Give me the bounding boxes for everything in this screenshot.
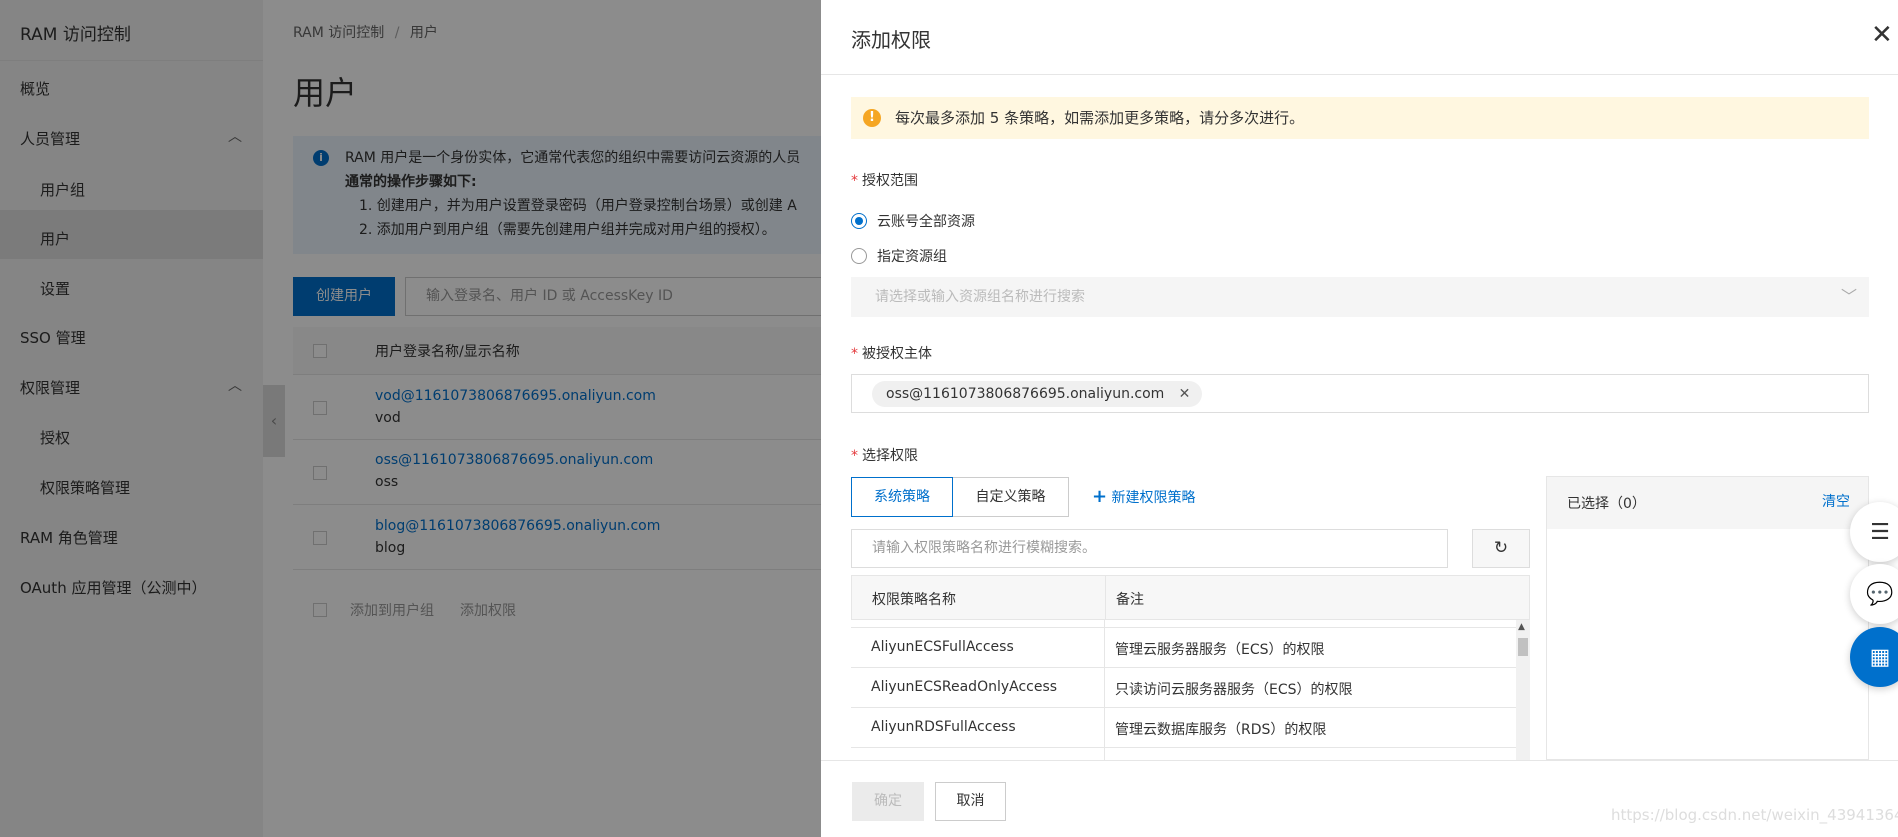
tab-custom-policy[interactable]: 自定义策略: [953, 477, 1069, 517]
principal-input[interactable]: oss@1161073806876695.onaliyun.com ✕: [851, 374, 1869, 413]
policy-table-header: 权限策略名称 备注: [851, 575, 1530, 620]
tab-system-policy[interactable]: 系统策略: [851, 477, 953, 517]
close-icon[interactable]: ✕: [1871, 20, 1893, 50]
confirm-button[interactable]: 确定: [852, 782, 924, 821]
resource-group-select[interactable]: 请选择或输入资源组名称进行搜索 ﹀: [851, 277, 1869, 317]
selected-panel: 已选择（0） 清空: [1546, 476, 1869, 760]
chevron-down-icon: ﹀: [1840, 287, 1857, 306]
scope-label: * 授权范围: [851, 173, 918, 189]
plus-icon: +: [1092, 486, 1108, 507]
selected-count: 已选择（0）: [1567, 496, 1646, 512]
modal-overlay[interactable]: [0, 0, 821, 837]
scope-option-all[interactable]: 云账号全部资源: [851, 211, 975, 231]
radio[interactable]: [851, 248, 867, 264]
refresh-icon[interactable]: ↻: [1472, 529, 1530, 568]
principal-label: * 被授权主体: [851, 346, 932, 362]
permission-label: * 选择权限: [851, 448, 918, 464]
new-policy-link[interactable]: + 新建权限策略: [1092, 486, 1196, 507]
cancel-button[interactable]: 取消: [935, 782, 1006, 821]
table-row[interactable]: AliyunECSFullAccess 管理云服务器服务（ECS）的权限: [851, 628, 1530, 668]
table-row[interactable]: AliyunECSReadOnlyAccess 只读访问云服务器服务（ECS）的权…: [851, 668, 1530, 708]
table-row-partial: [851, 620, 1516, 628]
table-row[interactable]: AliyunRDSFullAccess 管理云数据库服务（RDS）的权限: [851, 708, 1530, 748]
scrollbar[interactable]: ▲: [1516, 620, 1530, 760]
warning-icon: !: [863, 109, 881, 127]
drawer-header: 添加权限 ✕: [821, 0, 1898, 75]
limit-alert: ! 每次最多添加 5 条策略，如需添加更多策略，请分多次进行。: [851, 97, 1869, 139]
scope-option-group[interactable]: 指定资源组: [851, 246, 947, 266]
alert-text: 每次最多添加 5 条策略，如需添加更多策略，请分多次进行。: [895, 109, 1305, 127]
radio-selected[interactable]: [851, 213, 867, 229]
drawer-title: 添加权限: [851, 28, 931, 52]
clear-button[interactable]: 清空: [1822, 491, 1850, 511]
remove-tag-icon[interactable]: ✕: [1179, 381, 1191, 407]
add-permission-drawer: 添加权限 ✕ ! 每次最多添加 5 条策略，如需添加更多策略，请分多次进行。 *…: [821, 0, 1898, 837]
column-header: 权限策略名称: [872, 592, 956, 608]
policy-search-input[interactable]: 请输入权限策略名称进行模糊搜索。: [851, 529, 1448, 568]
column-header: 备注: [1116, 592, 1144, 608]
watermark: https://blog.csdn.net/weixin_43941364: [1611, 806, 1898, 824]
principal-tag: oss@1161073806876695.onaliyun.com ✕: [872, 381, 1203, 407]
